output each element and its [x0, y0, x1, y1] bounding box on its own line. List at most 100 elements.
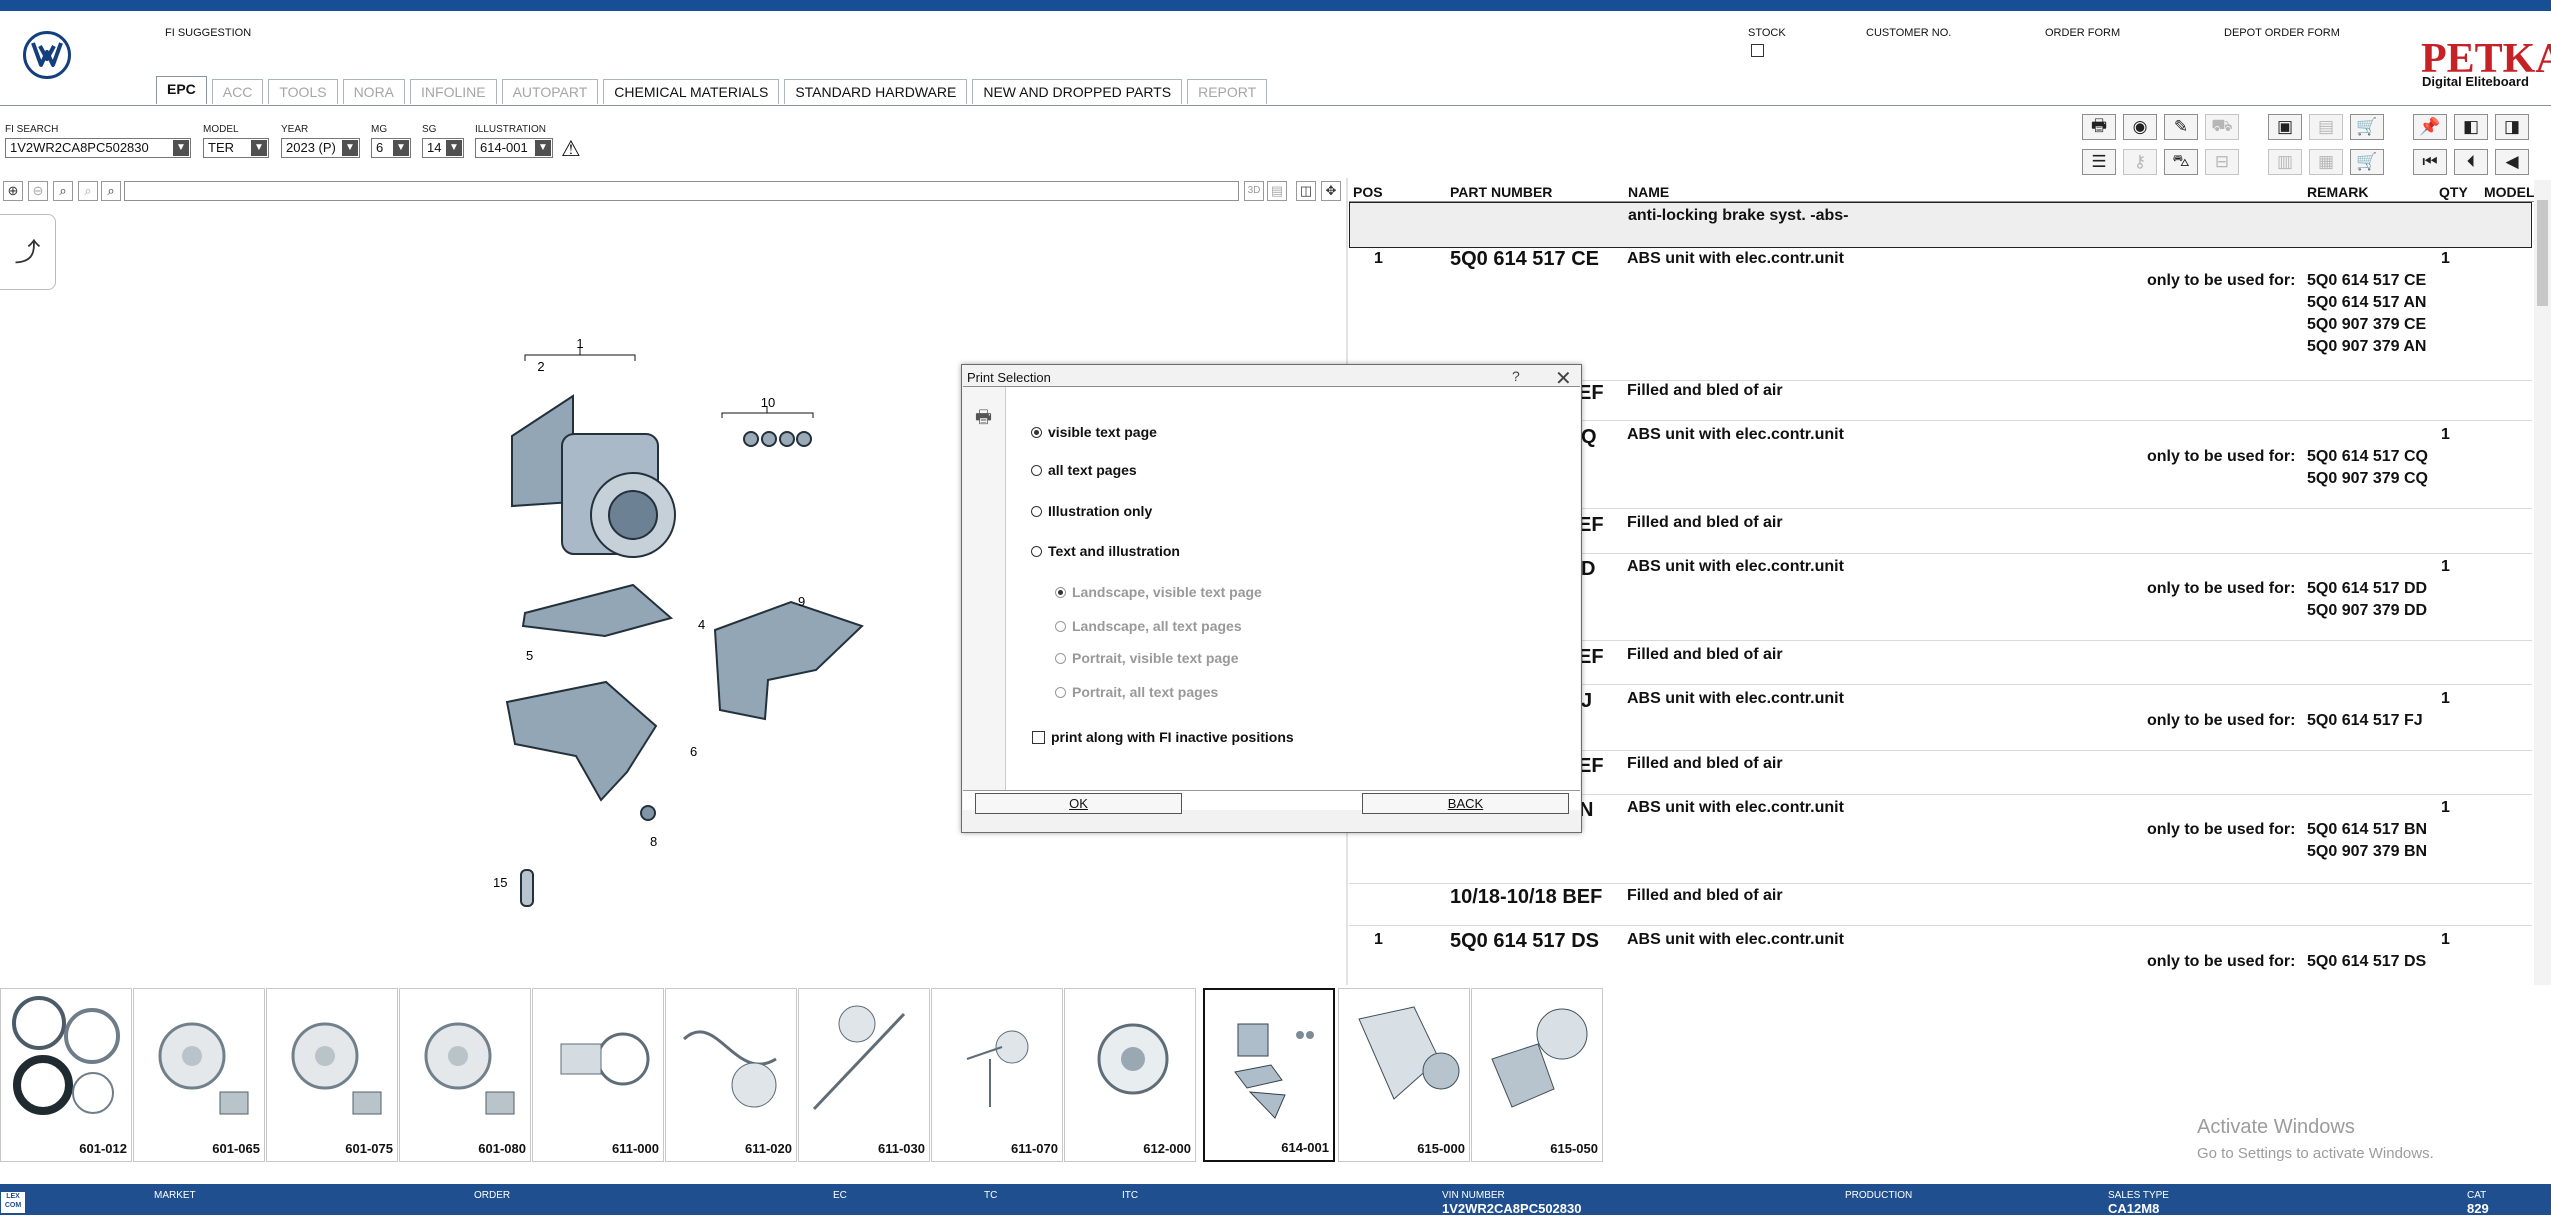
thumbnail-drawing-icon	[1234, 1023, 1314, 1119]
vehicle-icon[interactable]: ⛍	[2164, 149, 2198, 175]
year-select[interactable]: 2023 (P) ▼	[281, 138, 360, 158]
fi-search-value: 1V2WR2CA8PC502830	[10, 140, 149, 155]
abs-illustration: 1 2 10 4 5 9 6 8 15	[493, 336, 864, 907]
parts-scroll-thumb[interactable]	[2537, 200, 2548, 306]
model-select[interactable]: TER ▼	[203, 138, 269, 158]
list-icon[interactable]: ☰	[2082, 149, 2116, 175]
thumbnail[interactable]: 601-065	[133, 988, 265, 1162]
tab-chemical-materials[interactable]: CHEMICAL MATERIALS	[603, 79, 780, 104]
part-number[interactable]: D	[1581, 558, 1595, 581]
search-icon[interactable]: ⌕	[101, 181, 121, 201]
pin-icon[interactable]: 📌	[2413, 114, 2447, 140]
tab-nora[interactable]: NORA	[342, 79, 406, 104]
radio-icon	[1055, 652, 1066, 664]
remark-number: 5Q0 614 517 CE	[2307, 272, 2427, 289]
first-page-icon[interactable]: ⏮	[2413, 149, 2447, 175]
option-visible-text-page[interactable]: visible text page	[1031, 424, 1157, 440]
thumbnail[interactable]: 612-000	[1064, 988, 1196, 1162]
part-number[interactable]: Q	[1581, 426, 1597, 449]
thumbnail[interactable]: 611-000	[532, 988, 664, 1162]
tools-icon[interactable]: ✎	[2164, 114, 2198, 140]
tab-autopart[interactable]: AUTOPART	[501, 79, 599, 104]
help-icon[interactable]: ?	[1512, 368, 1520, 384]
tab-tools[interactable]: TOOLS	[268, 79, 338, 104]
mode-3d-button[interactable]: 3D	[1244, 181, 1264, 201]
layout-portrait-visible[interactable]: Portrait, visible text page	[1055, 650, 1239, 666]
previous-icon[interactable]: ◀	[2495, 149, 2529, 175]
cart-add-icon[interactable]: 🛒	[2350, 114, 2384, 140]
tab-epc[interactable]: EPC	[156, 76, 207, 104]
tab-acc[interactable]: ACC	[211, 79, 264, 104]
remark-number: 5Q0 907 379 CQ	[2307, 470, 2428, 487]
tab-standard-hardware[interactable]: STANDARD HARDWARE	[784, 79, 968, 104]
elsa-icon[interactable]: ▣	[2268, 114, 2302, 140]
thumbnail[interactable]: 615-000	[1338, 988, 1470, 1162]
thumbnail[interactable]: 611-030	[798, 988, 930, 1162]
radio-icon	[1055, 620, 1066, 632]
thumbnail[interactable]: 611-020	[665, 988, 797, 1162]
vehicle-check-icon[interactable]: ▦	[2309, 149, 2343, 175]
remark-label: only to be used for:	[2147, 580, 2296, 597]
illustration-search-input[interactable]	[124, 181, 1239, 201]
illustration-select[interactable]: 614-001 ▼	[475, 138, 553, 158]
thumbnail[interactable]: 611-070	[931, 988, 1063, 1162]
thumbnail-label: 611-030	[878, 1141, 925, 1156]
thumbnail-drawing-icon	[560, 1032, 650, 1086]
part-number[interactable]: 5Q0 614 517 DS	[1450, 930, 1599, 953]
mg-select[interactable]: 6 ▼	[371, 138, 411, 158]
thumbnail-label: 601-065	[212, 1141, 260, 1156]
layout-landscape-all[interactable]: Landscape, all text pages	[1055, 618, 1242, 634]
quantity: 1	[2441, 250, 2450, 267]
part-number[interactable]: 5Q0 614 517 CE	[1450, 248, 1599, 271]
stock-checkbox[interactable]	[1751, 44, 1764, 57]
zoom-fit-icon[interactable]: ⌕	[53, 181, 73, 201]
back-button[interactable]: BACK	[1362, 793, 1569, 814]
previous-page-icon[interactable]: ◧	[2454, 114, 2488, 140]
warning-icon[interactable]: ⚠	[561, 136, 581, 162]
thumbnail[interactable]: 601-012	[0, 988, 132, 1162]
ok-button[interactable]: OK	[975, 793, 1182, 814]
zoom-out-icon[interactable]: ⊖	[28, 181, 48, 201]
thumbnail-label: 614-001	[1281, 1140, 1329, 1155]
info-icon[interactable]: ◉	[2123, 114, 2157, 140]
zoom-in-icon[interactable]: ⊕	[3, 181, 23, 201]
tab-report[interactable]: REPORT	[1187, 79, 1268, 104]
line-icon[interactable]: ⊟	[2205, 149, 2239, 175]
row-divider	[1349, 925, 2532, 926]
layout-landscape-visible[interactable]: Landscape, visible text page	[1055, 584, 1262, 600]
thumbnail-selected[interactable]: 614-001	[1203, 988, 1335, 1162]
inactive-positions-checkbox[interactable]: print along with FI inactive positions	[1032, 729, 1294, 745]
part-number[interactable]: 10/18-10/18 BEF	[1450, 886, 1602, 909]
document-icon[interactable]: ▥	[2268, 149, 2302, 175]
option-all-text-pages[interactable]: all text pages	[1031, 462, 1137, 478]
thumbnail-drawing-icon	[424, 1022, 515, 1115]
remark-number: 5Q0 907 379 BN	[2307, 843, 2428, 860]
option-text-and-illustration[interactable]: Text and illustration	[1031, 543, 1180, 559]
diagnosis-icon[interactable]: ▤	[2309, 114, 2343, 140]
fi-search-select[interactable]: 1V2WR2CA8PC502830 ▼	[5, 138, 191, 158]
expand-icon[interactable]: ✥	[1321, 181, 1341, 201]
print-icon[interactable]: 🖶	[2082, 114, 2116, 140]
option-illustration-only[interactable]: Illustration only	[1031, 503, 1152, 519]
part-number[interactable]: J	[1581, 690, 1592, 713]
sg-select[interactable]: 14 ▼	[422, 138, 464, 158]
hotspot-icon[interactable]: ▤	[1267, 181, 1287, 201]
thumbnail-drawing-icon	[682, 1030, 777, 1108]
tab-infoline[interactable]: INFOLINE	[410, 79, 497, 104]
car-icon[interactable]: ⛟	[2205, 114, 2239, 140]
next-page-icon[interactable]: ◨	[2495, 114, 2529, 140]
thumbnail[interactable]: 601-075	[266, 988, 398, 1162]
back-icon[interactable]: ⏴	[2454, 149, 2488, 175]
cart-icon[interactable]: 🛒	[2350, 149, 2384, 175]
thumbnail-label: 615-050	[1550, 1141, 1598, 1156]
share-icon[interactable]: ⤴	[0, 214, 56, 290]
customer-no-label: CUSTOMER NO.	[1866, 27, 1952, 39]
thumbnail[interactable]: 601-080	[399, 988, 531, 1162]
layout-portrait-all[interactable]: Portrait, all text pages	[1055, 684, 1218, 700]
tab-new-dropped-parts[interactable]: NEW AND DROPPED PARTS	[972, 79, 1183, 104]
key-icon[interactable]: ⚷	[2123, 149, 2157, 175]
split-view-icon[interactable]: ◫	[1296, 181, 1316, 201]
group-row[interactable]: anti-locking brake syst. -abs-	[1349, 202, 2532, 248]
thumbnail[interactable]: 615-050	[1471, 988, 1603, 1162]
zoom-area-icon[interactable]: ⌕	[78, 181, 98, 201]
